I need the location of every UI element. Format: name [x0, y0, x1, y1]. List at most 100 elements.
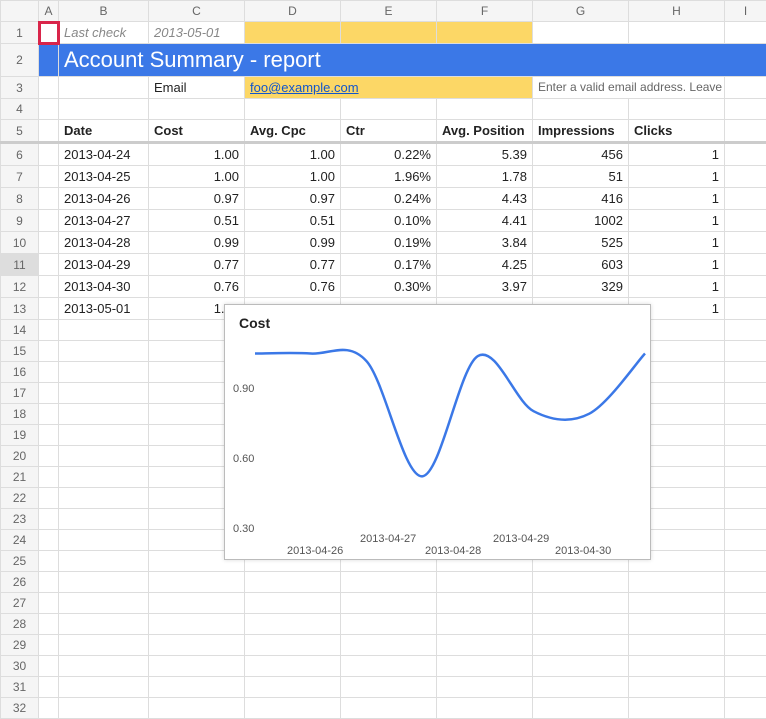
cell-cost[interactable]: 0.77: [149, 254, 245, 276]
cell-date[interactable]: 2013-04-25: [59, 166, 149, 188]
row-header-7[interactable]: 7: [1, 166, 39, 188]
cell-ctr[interactable]: 0.10%: [341, 210, 437, 232]
cell-clicks[interactable]: 1: [629, 210, 725, 232]
row-5-headers[interactable]: 5 Date Cost Avg. Cpc Ctr Avg. Position I…: [1, 120, 766, 143]
cell-imp[interactable]: 525: [533, 232, 629, 254]
cell-B3[interactable]: [59, 77, 149, 99]
cell-clicks[interactable]: 1: [629, 166, 725, 188]
cell-ctr[interactable]: 0.30%: [341, 276, 437, 298]
cell-A2[interactable]: [39, 44, 59, 77]
row-30[interactable]: 30: [1, 656, 766, 677]
cell-H1[interactable]: [629, 22, 725, 44]
row-2[interactable]: 2 Account Summary - report: [1, 44, 766, 77]
cell-cpc[interactable]: 0.51: [245, 210, 341, 232]
cell-cpc[interactable]: 0.99: [245, 232, 341, 254]
row-header-6[interactable]: 6: [1, 143, 39, 166]
data-row[interactable]: 72013-04-251.001.001.96%1.78511: [1, 166, 766, 188]
header-cost[interactable]: Cost: [149, 120, 245, 143]
cell-imp[interactable]: 416: [533, 188, 629, 210]
cell-ctr[interactable]: 1.96%: [341, 166, 437, 188]
cell-clicks[interactable]: 1: [629, 276, 725, 298]
row-31[interactable]: 31: [1, 677, 766, 698]
column-header-row[interactable]: A B C D E F G H I: [1, 1, 766, 22]
cell-imp[interactable]: 456: [533, 143, 629, 166]
cell-date[interactable]: 2013-04-27: [59, 210, 149, 232]
header-ctr[interactable]: Ctr: [341, 120, 437, 143]
row-26[interactable]: 26: [1, 572, 766, 593]
col-header-I[interactable]: I: [725, 1, 766, 22]
cell-imp[interactable]: 329: [533, 276, 629, 298]
cell-cost[interactable]: 0.76: [149, 276, 245, 298]
header-impressions[interactable]: Impressions: [533, 120, 629, 143]
email-value[interactable]: foo@example.com: [245, 77, 533, 99]
row-27[interactable]: 27: [1, 593, 766, 614]
col-header-E[interactable]: E: [341, 1, 437, 22]
cell-date[interactable]: 2013-04-24: [59, 143, 149, 166]
data-row[interactable]: 82013-04-260.970.970.24%4.434161: [1, 188, 766, 210]
header-position[interactable]: Avg. Position: [437, 120, 533, 143]
cell-A3[interactable]: [39, 77, 59, 99]
header-cpc[interactable]: Avg. Cpc: [245, 120, 341, 143]
cell-cpc[interactable]: 0.97: [245, 188, 341, 210]
cell-cpc[interactable]: 1.00: [245, 143, 341, 166]
cell-cost[interactable]: 0.51: [149, 210, 245, 232]
row-header-27[interactable]: 27: [1, 593, 39, 614]
row-header-29[interactable]: 29: [1, 635, 39, 656]
cell-imp[interactable]: 603: [533, 254, 629, 276]
cell-date[interactable]: 2013-04-26: [59, 188, 149, 210]
row-header-3[interactable]: 3: [1, 77, 39, 99]
data-row-selected[interactable]: 112013-04-290.770.770.17%4.256031: [1, 254, 766, 276]
cell-D1[interactable]: [245, 22, 341, 44]
col-header-C[interactable]: C: [149, 1, 245, 22]
col-header-B[interactable]: B: [59, 1, 149, 22]
cell-ctr[interactable]: 0.19%: [341, 232, 437, 254]
col-header-F[interactable]: F: [437, 1, 533, 22]
cell-date[interactable]: 2013-04-28: [59, 232, 149, 254]
data-row[interactable]: 102013-04-280.990.990.19%3.845251: [1, 232, 766, 254]
row-header-4[interactable]: 4: [1, 99, 39, 120]
row-header-12[interactable]: 12: [1, 276, 39, 298]
cell-clicks[interactable]: 1: [629, 232, 725, 254]
row-header-1[interactable]: 1: [1, 22, 39, 44]
row-header-17[interactable]: 17: [1, 383, 39, 404]
col-header-G[interactable]: G: [533, 1, 629, 22]
row-header-15[interactable]: 15: [1, 341, 39, 362]
row-header-11[interactable]: 11: [1, 254, 39, 276]
cell-I3[interactable]: [725, 77, 766, 99]
row-header-26[interactable]: 26: [1, 572, 39, 593]
row-header-5[interactable]: 5: [1, 120, 39, 143]
cell-pos[interactable]: 3.97: [437, 276, 533, 298]
row-header-9[interactable]: 9: [1, 210, 39, 232]
row-header-25[interactable]: 25: [1, 551, 39, 572]
row-header-23[interactable]: 23: [1, 509, 39, 530]
col-header-D[interactable]: D: [245, 1, 341, 22]
row-header-16[interactable]: 16: [1, 362, 39, 383]
row-3[interactable]: 3 Email foo@example.com Enter a valid em…: [1, 77, 766, 99]
cell-pos[interactable]: 4.43: [437, 188, 533, 210]
cell-imp[interactable]: 51: [533, 166, 629, 188]
report-title[interactable]: Account Summary - report: [59, 44, 766, 77]
cell-ctr[interactable]: 0.24%: [341, 188, 437, 210]
row-header-31[interactable]: 31: [1, 677, 39, 698]
cell-date[interactable]: 2013-04-29: [59, 254, 149, 276]
row-header-20[interactable]: 20: [1, 446, 39, 467]
cell-pos[interactable]: 3.84: [437, 232, 533, 254]
cell-pos[interactable]: 5.39: [437, 143, 533, 166]
row-header-2[interactable]: 2: [1, 44, 39, 77]
data-row[interactable]: 62013-04-241.001.000.22%5.394561: [1, 143, 766, 166]
row-header-30[interactable]: 30: [1, 656, 39, 677]
row-28[interactable]: 28: [1, 614, 766, 635]
cell-pos[interactable]: 4.41: [437, 210, 533, 232]
col-header-A[interactable]: A: [39, 1, 59, 22]
cell-pos[interactable]: 1.78: [437, 166, 533, 188]
cell-A1-selected[interactable]: [39, 22, 59, 44]
cell-E1[interactable]: [341, 22, 437, 44]
row-header-8[interactable]: 8: [1, 188, 39, 210]
data-row[interactable]: 92013-04-270.510.510.10%4.4110021: [1, 210, 766, 232]
row-header-13[interactable]: 13: [1, 298, 39, 320]
cell-cost[interactable]: 0.97: [149, 188, 245, 210]
row-header-28[interactable]: 28: [1, 614, 39, 635]
cell-I1[interactable]: [725, 22, 766, 44]
cell-cost[interactable]: 1.00: [149, 143, 245, 166]
data-row[interactable]: 122013-04-300.760.760.30%3.973291: [1, 276, 766, 298]
